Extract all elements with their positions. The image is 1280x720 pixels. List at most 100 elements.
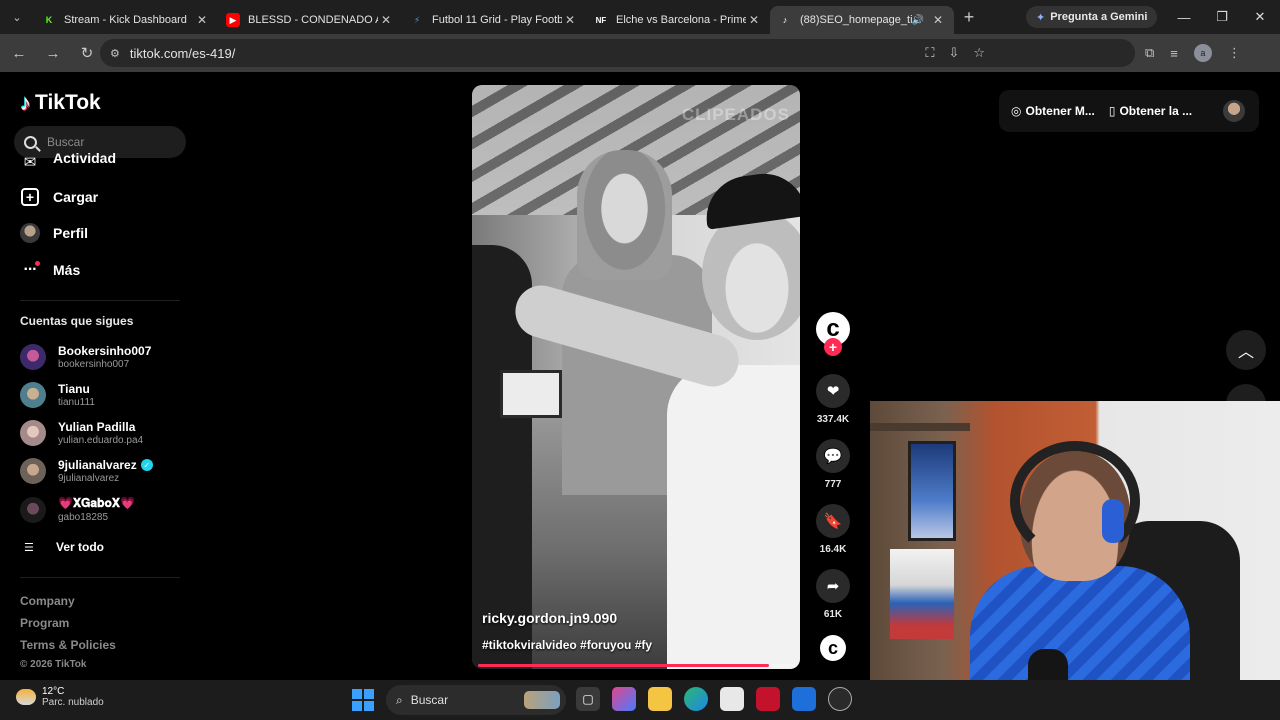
speaker-icon[interactable]: 🔊 bbox=[912, 15, 924, 26]
file-explorer-icon[interactable] bbox=[648, 687, 672, 711]
top-right-actions: ◎ Obtener M... ▯ Obtener la ... bbox=[999, 90, 1259, 132]
forward-button[interactable]: → bbox=[38, 38, 68, 68]
new-tab-button[interactable]: + bbox=[954, 7, 984, 28]
browser-tab[interactable]: K Stream - Kick Dashboard ✕ bbox=[34, 6, 218, 34]
site-settings-icon[interactable]: ⚙ bbox=[110, 47, 120, 60]
save-button[interactable]: 🔖 16.4K bbox=[812, 504, 854, 555]
address-bar-row: ← → ↻ ⚙ tiktok.com/es-419/ ⛶ ⇩ ☆ ⧉ ≡ a ⋮ bbox=[0, 34, 1280, 72]
video-frame-person bbox=[577, 150, 672, 280]
following-account[interactable]: 9julianalvarez ✓ 9julianalvarez bbox=[20, 458, 153, 484]
like-button[interactable]: ❤ 337.4K bbox=[812, 374, 854, 425]
tab-search-button[interactable]: ⌄ bbox=[0, 0, 34, 34]
following-account[interactable]: Bookersinho007 bookersinho007 bbox=[20, 344, 151, 370]
creator-avatar[interactable]: c + bbox=[812, 312, 854, 356]
nav-item-profile[interactable]: Perfil bbox=[20, 223, 88, 243]
comment-icon: 💬 bbox=[816, 439, 850, 473]
nav-label: Cargar bbox=[53, 189, 99, 205]
avatar bbox=[20, 458, 46, 484]
footer-link-program[interactable]: Program bbox=[20, 616, 69, 630]
video-watermark: CLIPEADOS bbox=[681, 105, 790, 124]
media-control-icon[interactable]: ≡ bbox=[1170, 46, 1178, 61]
account-name: Bookersinho007 bbox=[58, 344, 152, 358]
tab-title: (88)SEO_homepage_title bbox=[800, 14, 912, 26]
edge-icon[interactable] bbox=[684, 687, 708, 711]
mcafee-icon[interactable] bbox=[756, 687, 780, 711]
copilot-icon[interactable] bbox=[612, 687, 636, 711]
copyright: © 2026 TikTok bbox=[20, 659, 87, 670]
video-author[interactable]: ricky.gordon.jn9.090 bbox=[482, 610, 617, 626]
following-account[interactable]: Tianu tianu111 bbox=[20, 382, 95, 408]
gemini-button[interactable]: ✦ Pregunta a Gemini bbox=[1026, 6, 1158, 28]
reload-icon: ↻ bbox=[80, 45, 94, 62]
following-account[interactable]: 💗𝐗𝐆𝐚𝐛𝐨𝐗💗 gabo18285 bbox=[20, 496, 135, 523]
browser-tab-active[interactable]: ♪ (88)SEO_homepage_title 🔊 ✕ bbox=[770, 6, 954, 34]
bookmark-star-icon[interactable]: ☆ bbox=[973, 45, 985, 61]
profile-avatar-icon bbox=[20, 223, 40, 243]
close-icon[interactable]: ✕ bbox=[930, 13, 946, 27]
footer-link-terms[interactable]: Terms & Policies bbox=[20, 638, 116, 652]
windows-start-icon[interactable] bbox=[352, 689, 374, 711]
like-count: 337.4K bbox=[816, 414, 850, 425]
close-icon[interactable]: ✕ bbox=[378, 13, 394, 27]
music-disc-icon[interactable]: c bbox=[820, 635, 846, 661]
maximize-button[interactable]: ❐ bbox=[1203, 0, 1241, 34]
reload-button[interactable]: ↻ bbox=[72, 38, 102, 68]
kick-favicon-icon: K bbox=[45, 15, 53, 25]
video-hashtags[interactable]: #tiktokviralvideo #foruyou #fy bbox=[482, 638, 652, 652]
extensions-icon[interactable]: ⧉ bbox=[1145, 45, 1154, 61]
url-bar[interactable]: ⚙ tiktok.com/es-419/ ⛶ ⇩ ☆ bbox=[100, 39, 1135, 67]
following-account[interactable]: Yulian Padilla yulian.eduardo.pa4 bbox=[20, 420, 143, 446]
account-name-text: 9julianalvarez bbox=[58, 458, 137, 472]
get-coins-button[interactable]: ◎ Obtener M... bbox=[1011, 104, 1095, 118]
weather-widget[interactable]: 12°C Parc. nublado bbox=[16, 686, 104, 708]
nav-item-upload[interactable]: + Cargar bbox=[20, 187, 98, 207]
tab-title: Stream - Kick Dashboard bbox=[64, 14, 187, 26]
comment-button[interactable]: 💬 777 bbox=[812, 439, 854, 490]
minimize-button[interactable]: — bbox=[1165, 0, 1203, 34]
partly-cloudy-icon bbox=[16, 689, 36, 705]
back-button[interactable]: ← bbox=[4, 38, 34, 68]
account-name: 9julianalvarez ✓ bbox=[58, 458, 153, 472]
tiktok-logo[interactable]: ♪ TikTok bbox=[20, 90, 101, 116]
account-name: 💗𝐗𝐆𝐚𝐛𝐨𝐗💗 bbox=[58, 496, 135, 510]
browser-tab[interactable]: ⚡ Futbol 11 Grid - Play Footba ✕ bbox=[402, 6, 586, 34]
taskbar-search[interactable]: ⌕ Buscar bbox=[386, 685, 566, 715]
upload-plus-icon: + bbox=[20, 187, 40, 207]
close-icon[interactable]: ✕ bbox=[562, 13, 578, 27]
verified-badge-icon: ✓ bbox=[140, 459, 153, 471]
window-close-button[interactable]: ✕ bbox=[1241, 0, 1279, 34]
close-icon[interactable]: ✕ bbox=[746, 13, 762, 27]
video-player[interactable]: CLIPEADOS ricky.gordon.jn9.090 #tiktokvi… bbox=[472, 85, 800, 669]
footer-link-company[interactable]: Company bbox=[20, 594, 75, 608]
share-button[interactable]: ➦ 61K bbox=[812, 569, 854, 620]
tab-title: BLESSD - CONDENADO AL DI bbox=[248, 14, 378, 26]
follow-plus-icon[interactable]: + bbox=[824, 338, 842, 356]
close-icon[interactable]: ✕ bbox=[194, 13, 210, 27]
nav-item-activity[interactable]: ✉ Actividad bbox=[20, 152, 116, 170]
phone-icon: ▯ bbox=[1108, 104, 1116, 118]
install-app-icon[interactable]: ⇩ bbox=[948, 45, 959, 61]
previous-video-button[interactable]: ︿ bbox=[1226, 330, 1266, 370]
tiktok-favicon-icon: ♪ bbox=[782, 15, 788, 25]
menu-dots-icon[interactable]: ⋮ bbox=[1228, 45, 1241, 61]
browser-tab[interactable]: ▶ BLESSD - CONDENADO AL DI ✕ bbox=[218, 6, 402, 34]
search-highlight-image bbox=[524, 691, 560, 709]
see-all-button[interactable]: ☰ Ver todo bbox=[24, 540, 104, 554]
browser-tab[interactable]: NF Elche vs Barcelona - Primera ✕ bbox=[586, 6, 770, 34]
more-dots-icon: ··· bbox=[23, 261, 41, 278]
video-progress-bar[interactable] bbox=[478, 664, 794, 667]
store-icon[interactable] bbox=[720, 687, 744, 711]
translate-icon[interactable]: ⛶ bbox=[925, 45, 934, 61]
bookmark-icon: 🔖 bbox=[816, 504, 850, 538]
get-app-button[interactable]: ▯ Obtener la ... bbox=[1109, 104, 1192, 118]
profile-avatar[interactable]: a bbox=[1193, 44, 1212, 62]
weather-temperature: 12°C bbox=[42, 686, 65, 697]
heart-icon: ❤ bbox=[816, 374, 850, 408]
video-frame-shirt bbox=[667, 365, 800, 669]
user-avatar[interactable] bbox=[1223, 100, 1245, 122]
task-view-icon[interactable]: ▢ bbox=[576, 687, 600, 711]
nav-item-more[interactable]: ··· Más bbox=[20, 260, 80, 280]
chrome-icon[interactable] bbox=[828, 687, 852, 711]
avatar bbox=[20, 496, 46, 523]
outlook-icon[interactable] bbox=[792, 687, 816, 711]
